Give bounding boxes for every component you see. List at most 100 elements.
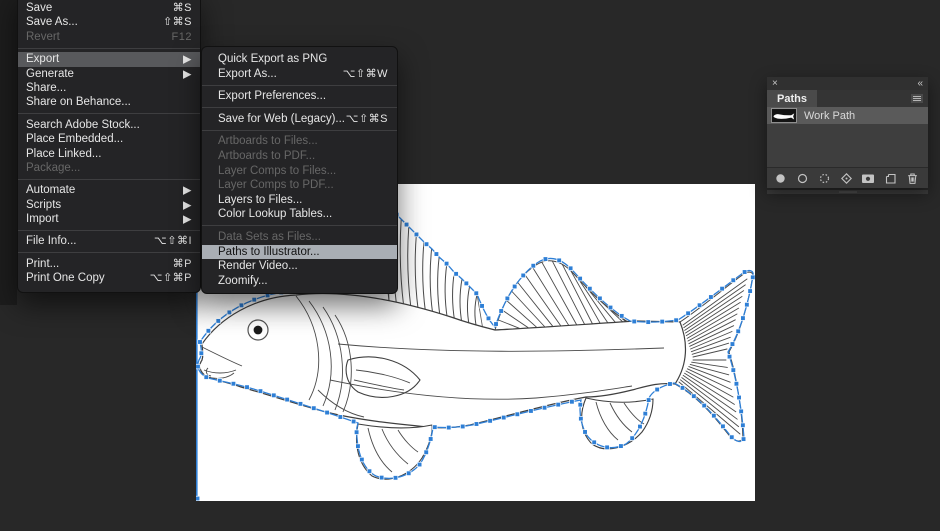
menu-item-data-sets-as-files: Data Sets as Files... [202,230,397,245]
menu-item-file-info[interactable]: File Info... ⌥⇧⌘I [18,234,200,248]
menu-item-export-as[interactable]: Export As... ⌥⇧⌘W [202,67,397,82]
menu-separator [202,225,397,227]
fill-path-icon[interactable] [773,171,787,185]
menu-item-label: Data Sets as Files... [218,230,321,243]
panel-resize-handle[interactable] [767,190,928,194]
menu-separator [202,84,397,86]
menu-item-color-lookup-tables[interactable]: Color Lookup Tables... [202,207,397,222]
menu-item-place-embedded[interactable]: Place Embedded... [18,132,200,146]
menu-item-label: Print... [26,257,60,270]
menu-item-label: Place Linked... [26,147,102,160]
menu-item-render-video[interactable]: Render Video... [202,259,397,274]
menu-separator [202,129,397,131]
left-edge-strip [0,0,17,305]
menu-item-import[interactable]: Import ▶ [18,212,200,226]
paths-panel: × « Paths Work Path [767,77,928,188]
menu-item-label: Generate [26,67,74,80]
menu-item-quick-export-png[interactable]: Quick Export as PNG [202,52,397,67]
work-path-row[interactable]: Work Path [767,107,928,124]
submenu-arrow-icon: ▶ [183,213,192,226]
menu-item-label: Share on Behance... [26,96,131,109]
menu-item-label: Export As... [218,67,277,80]
menu-item-label: Render Video... [218,260,298,273]
menu-item-label: Zoomify... [218,274,268,287]
menu-item-print-one-copy[interactable]: Print One Copy ⌥⇧⌘P [18,271,200,285]
menu-item-layer-comps-to-pdf: Layer Comps to PDF... [202,178,397,193]
menu-item-label: Layers to Files... [218,193,303,206]
menu-separator [202,107,397,109]
menu-item-package: Package... [18,161,200,175]
menu-item-scripts[interactable]: Scripts ▶ [18,198,200,212]
menu-item-label: Paths to Illustrator... [218,245,320,258]
add-mask-icon[interactable] [861,171,875,185]
menu-item-automate[interactable]: Automate ▶ [18,183,200,197]
photoshop-workspace: Save ⌘S Save As... ⇧⌘S Revert F12 Export ▶ G… [0,0,940,531]
menu-shortcut: F12 [171,30,192,43]
menu-item-label: Search Adobe Stock... [26,118,140,131]
menu-item-revert: Revert F12 [18,30,200,44]
menu-shortcut: ⌥⇧⌘S [345,112,388,125]
make-work-path-icon[interactable] [839,171,853,185]
menu-separator [18,47,200,49]
menu-item-save-for-web[interactable]: Save for Web (Legacy)... ⌥⇧⌘S [202,112,397,127]
menu-item-label: Quick Export as PNG [218,53,328,65]
load-path-as-selection-icon[interactable] [817,171,831,185]
menu-shortcut: ⌥⇧⌘W [342,67,388,80]
menu-shortcut: ⇧⌘S [162,16,192,29]
menu-item-label: Save [26,2,53,14]
menu-item-artboards-to-files: Artboards to Files... [202,134,397,149]
stroke-path-icon[interactable] [795,171,809,185]
menu-item-label: Export Preferences... [218,90,327,103]
menu-item-zoomify[interactable]: Zoomify... [202,274,397,289]
menu-shortcut: ⌘S [172,2,192,14]
menu-item-label: Scripts [26,198,62,211]
menu-item-label: Color Lookup Tables... [218,208,333,221]
collapse-icon[interactable]: « [917,77,923,90]
delete-path-icon[interactable] [905,171,919,185]
export-submenu: Quick Export as PNG Export As... ⌥⇧⌘W Exp… [201,46,398,295]
work-path-label: Work Path [804,109,856,122]
menu-shortcut: ⌥⇧⌘P [149,272,192,285]
menu-item-print[interactable]: Print... ⌘P [18,257,200,271]
menu-item-label: Artboards to Files... [218,135,318,148]
menu-item-artboards-to-pdf: Artboards to PDF... [202,149,397,164]
paths-panel-footer [767,167,928,188]
menu-item-label: Layer Comps to PDF... [218,179,334,192]
menu-item-label: Layer Comps to Files... [218,164,337,177]
menu-item-export[interactable]: Export ▶ [18,52,200,67]
menu-item-layer-comps-to-files: Layer Comps to Files... [202,164,397,179]
menu-item-search-adobe-stock[interactable]: Search Adobe Stock... [18,118,200,132]
menu-item-layers-to-files[interactable]: Layers to Files... [202,193,397,208]
menu-item-label: Save for Web (Legacy)... [218,112,345,125]
paths-panel-list: Work Path [767,107,928,167]
menu-item-label: Package... [26,161,81,174]
menu-separator [18,178,200,180]
menu-item-paths-to-illustrator[interactable]: Paths to Illustrator... [202,244,397,260]
paths-panel-tabbar: Paths [767,90,928,107]
menu-item-save[interactable]: Save ⌘S [18,1,200,15]
menu-item-generate[interactable]: Generate ▶ [18,67,200,81]
menu-item-place-linked[interactable]: Place Linked... [18,147,200,161]
menu-item-label: Revert [26,30,60,43]
menu-item-label: Automate [26,184,76,197]
menu-item-save-as[interactable]: Save As... ⇧⌘S [18,15,200,29]
menu-item-label: Print One Copy [26,272,105,285]
submenu-arrow-icon: ▶ [183,199,192,212]
menu-item-share[interactable]: Share... [18,81,200,95]
tab-paths[interactable]: Paths [767,90,817,107]
submenu-arrow-icon: ▶ [183,68,192,81]
menu-item-label: Save As... [26,16,78,29]
menu-item-label: Share... [26,81,67,94]
close-icon[interactable]: × [772,77,778,90]
menu-separator [18,252,200,254]
panel-menu-icon[interactable] [911,94,923,106]
create-new-path-icon[interactable] [883,171,897,185]
menu-item-label: File Info... [26,235,77,248]
menu-separator [18,229,200,231]
submenu-arrow-icon: ▶ [183,184,192,197]
menu-item-label: Export [26,53,60,66]
menu-item-share-on-behance[interactable]: Share on Behance... [18,95,200,109]
menu-separator [18,113,200,115]
menu-item-export-preferences[interactable]: Export Preferences... [202,89,397,104]
menu-item-label: Import [26,213,59,226]
